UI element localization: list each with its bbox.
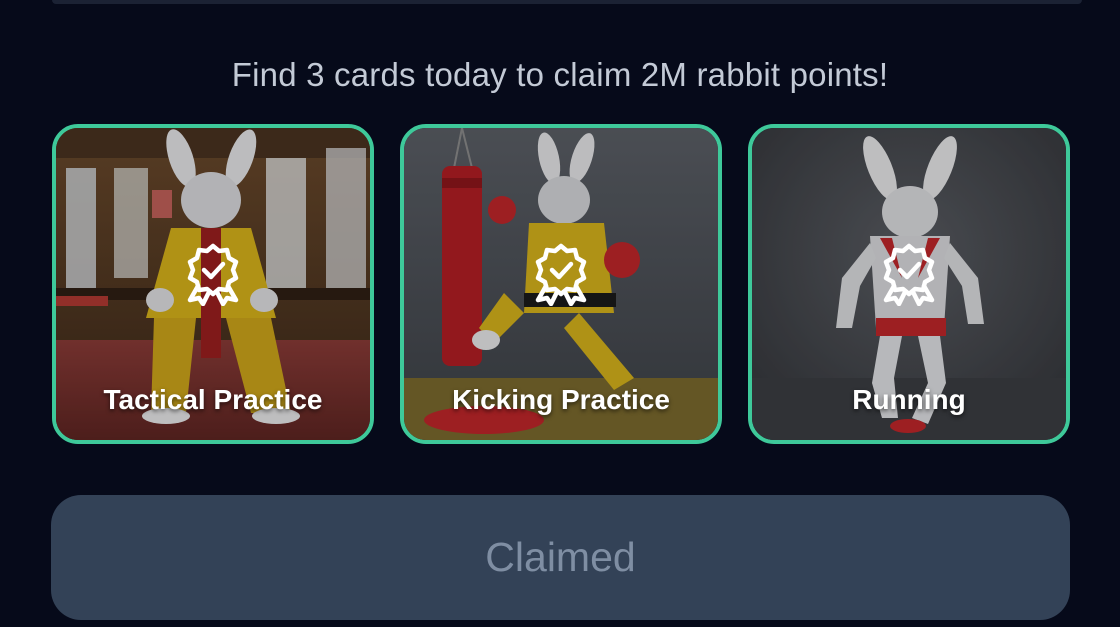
daily-cards-screen: Find 3 cards today to claim 2M rabbit po… bbox=[0, 0, 1120, 627]
card-kicking-practice[interactable]: Kicking Practice bbox=[400, 124, 722, 444]
daily-cards-headline: Find 3 cards today to claim 2M rabbit po… bbox=[231, 56, 889, 93]
top-panel-edge bbox=[52, 0, 1082, 4]
card-label: Kicking Practice bbox=[452, 384, 670, 415]
card-label: Tactical Practice bbox=[103, 384, 323, 415]
award-check-icon bbox=[883, 243, 935, 306]
card-label: Running bbox=[852, 384, 966, 415]
card-running[interactable]: Running bbox=[748, 124, 1070, 444]
claimed-button[interactable]: Claimed bbox=[51, 495, 1070, 620]
award-check-icon bbox=[187, 243, 239, 306]
award-check-icon bbox=[535, 243, 587, 306]
card-tactical-practice[interactable]: Tactical Practice bbox=[52, 124, 374, 444]
